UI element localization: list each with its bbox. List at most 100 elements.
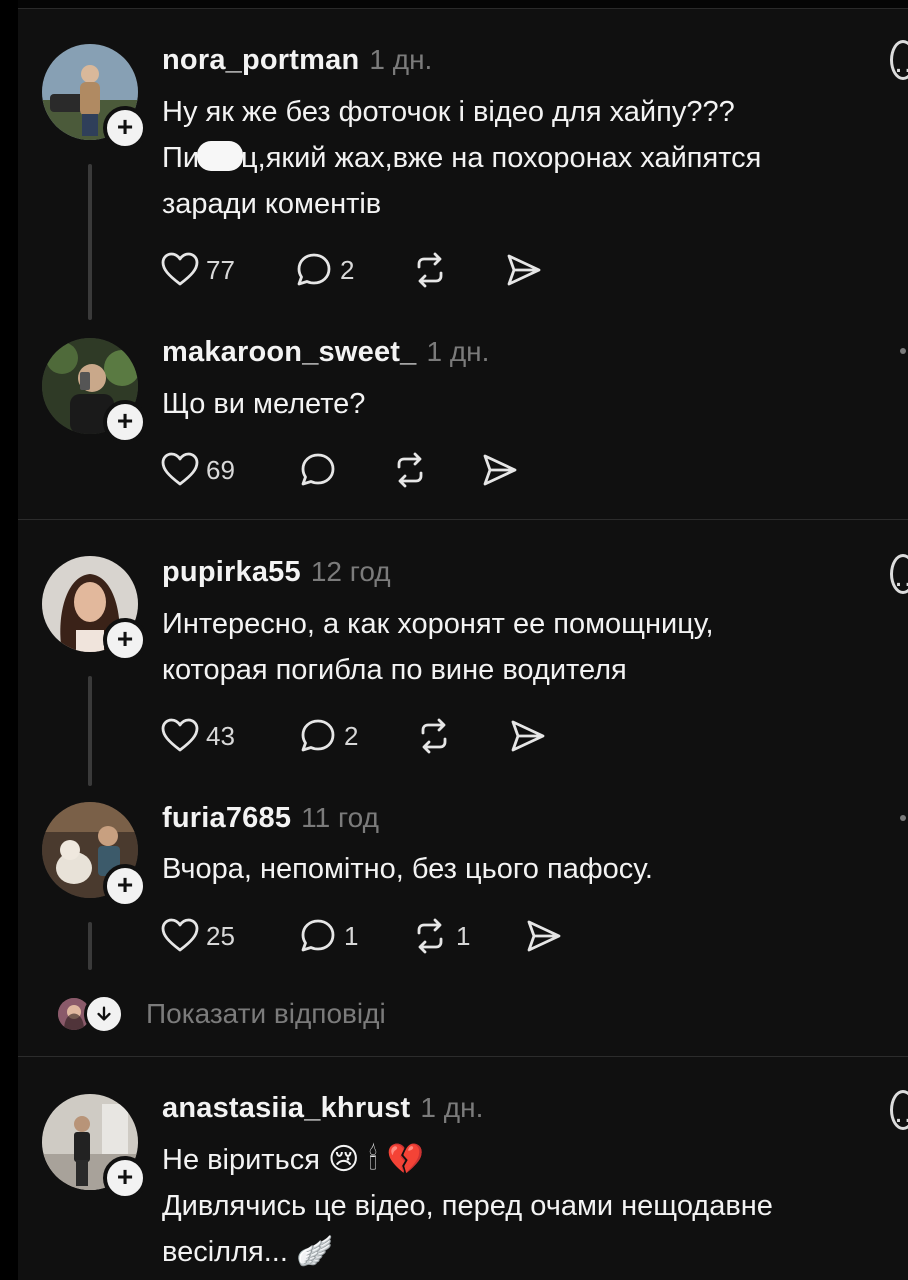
timestamp: 1 дн. (420, 1092, 484, 1123)
text-fragment: Пи (162, 142, 200, 174)
like-count: 43 (206, 720, 235, 751)
post-header: pupirka55 12 год (162, 556, 391, 589)
timestamp: 1 дн. (426, 336, 490, 367)
wing-emoji: 🪽 (295, 1234, 334, 1269)
comment-bubble-icon (301, 719, 335, 752)
censor-mark (197, 141, 244, 171)
text-line: Що ви мелете? (162, 388, 366, 420)
like-count: 25 (206, 920, 235, 951)
emoji-group: 😢 🕯 💔 (327, 1142, 425, 1177)
post-actions: 77 2 (160, 248, 580, 292)
repost-icon (417, 252, 443, 288)
username[interactable]: makaroon_sweet_ (162, 336, 416, 368)
text-line: Интересно, а как хоронят ее помощницу, (162, 608, 714, 640)
timestamp: 12 год (310, 556, 391, 587)
divider (18, 519, 908, 520)
like-button[interactable]: 69 (160, 448, 235, 492)
post-actions: 25 1 1 (160, 914, 580, 958)
heart-icon (161, 718, 199, 752)
thread-line (88, 676, 92, 786)
repost-icon (417, 918, 443, 954)
text-line-1: Не віриться 😢 🕯 💔 (162, 1137, 892, 1183)
follow-plus-button[interactable]: + (103, 864, 147, 908)
threads-comments-screen: + nora_portman 1 дн. … Ну як же без фоточ… (0, 0, 908, 1280)
follow-plus-button[interactable]: + (103, 106, 147, 150)
repost-button[interactable]: 1 (410, 914, 470, 958)
like-button[interactable]: 43 (160, 714, 235, 758)
username[interactable]: anastasiia_khrust (162, 1092, 410, 1124)
post-header: nora_portman 1 дн. (162, 44, 432, 77)
post-header: furia7685 11 год (162, 802, 379, 835)
heart-icon (161, 918, 199, 952)
heart-icon (161, 452, 199, 486)
share-button[interactable] (504, 248, 544, 292)
comment-count: 2 (340, 254, 355, 285)
top-edge (18, 0, 908, 9)
share-button[interactable] (524, 914, 564, 958)
follow-plus-button[interactable]: + (103, 400, 147, 444)
text-line: Дивлячись це відео, перед очами нещодавн… (162, 1190, 773, 1222)
username[interactable]: pupirka55 (162, 556, 301, 588)
like-count: 69 (206, 454, 235, 485)
post-actions: 69 (160, 448, 540, 492)
thread-line (88, 922, 92, 970)
timestamp: 1 дн. (369, 44, 433, 75)
send-icon (511, 720, 545, 752)
comment-button[interactable]: 1 (298, 914, 358, 958)
follow-plus-button[interactable]: + (103, 1156, 147, 1200)
comment-bubble-icon (301, 919, 335, 952)
like-button[interactable]: 25 (160, 914, 235, 958)
thread-line (88, 164, 92, 320)
repost-button[interactable] (410, 248, 450, 292)
share-button[interactable] (508, 714, 548, 758)
post-header: makaroon_sweet_ 1 дн. (162, 336, 489, 369)
more-options-icon[interactable]: … (890, 554, 908, 594)
comment-button[interactable]: 2 (298, 714, 358, 758)
text-fragment: весілля... (162, 1236, 288, 1268)
show-replies-button[interactable]: Показати відповіді (58, 994, 386, 1034)
post-text: Що ви мелете? (162, 381, 892, 427)
more-options-icon[interactable] (900, 815, 906, 821)
comment-bubble-icon (297, 253, 331, 286)
divider (18, 1056, 908, 1057)
text-line-3: весілля... 🪽 (162, 1229, 892, 1275)
text-line: которая погибла по вине водителя (162, 654, 627, 686)
show-replies-label: Показати відповіді (146, 998, 386, 1029)
text-line: Вчора, непомітно, без цього пафосу. (162, 853, 653, 885)
text-fragment: Не віриться (162, 1144, 320, 1176)
comment-count: 1 (344, 920, 359, 951)
comment-bubble-icon (301, 453, 335, 486)
repost-icon (421, 718, 447, 754)
text-line-2: Пи ц,який жах,вже на похоронах хайпятся (162, 135, 892, 181)
timestamp: 11 год (301, 802, 379, 833)
more-options-icon[interactable]: … (890, 1090, 908, 1130)
like-button[interactable]: 77 (160, 248, 235, 292)
like-count: 77 (206, 254, 235, 285)
repost-button[interactable] (390, 448, 430, 492)
post-text: Интересно, а как хоронят ее помощницу, к… (162, 601, 892, 693)
comment-button[interactable] (298, 448, 338, 492)
more-options-icon[interactable] (900, 348, 906, 354)
post-actions: 43 2 (160, 714, 580, 758)
text-fragment: ц,який жах,вже на похоронах хайпятся (241, 142, 762, 174)
repost-count: 1 (456, 920, 471, 951)
post-text: Не віриться 😢 🕯 💔 Дивлячись це відео, пе… (162, 1137, 892, 1275)
more-options-icon[interactable]: … (890, 40, 908, 80)
repost-button[interactable] (414, 714, 454, 758)
post-header: anastasiia_khrust 1 дн. (162, 1092, 483, 1125)
comment-button[interactable]: 2 (294, 248, 354, 292)
left-edge (0, 0, 18, 1280)
follow-plus-button[interactable]: + (103, 618, 147, 662)
post-text: Ну як же без фоточок і відео для хайпу??… (162, 89, 892, 227)
username[interactable]: nora_portman (162, 44, 359, 76)
comment-count: 2 (344, 720, 359, 751)
username[interactable]: furia7685 (162, 802, 291, 834)
repost-icon (397, 452, 423, 488)
post-text: Вчора, непомітно, без цього пафосу. (162, 846, 892, 892)
send-icon (527, 920, 561, 952)
share-button[interactable] (480, 448, 520, 492)
text-line: Ну як же без фоточок і відео для хайпу??… (162, 96, 735, 128)
heart-icon (161, 252, 199, 286)
text-line: заради коментів (162, 188, 382, 220)
arrow-down-icon (84, 994, 124, 1034)
